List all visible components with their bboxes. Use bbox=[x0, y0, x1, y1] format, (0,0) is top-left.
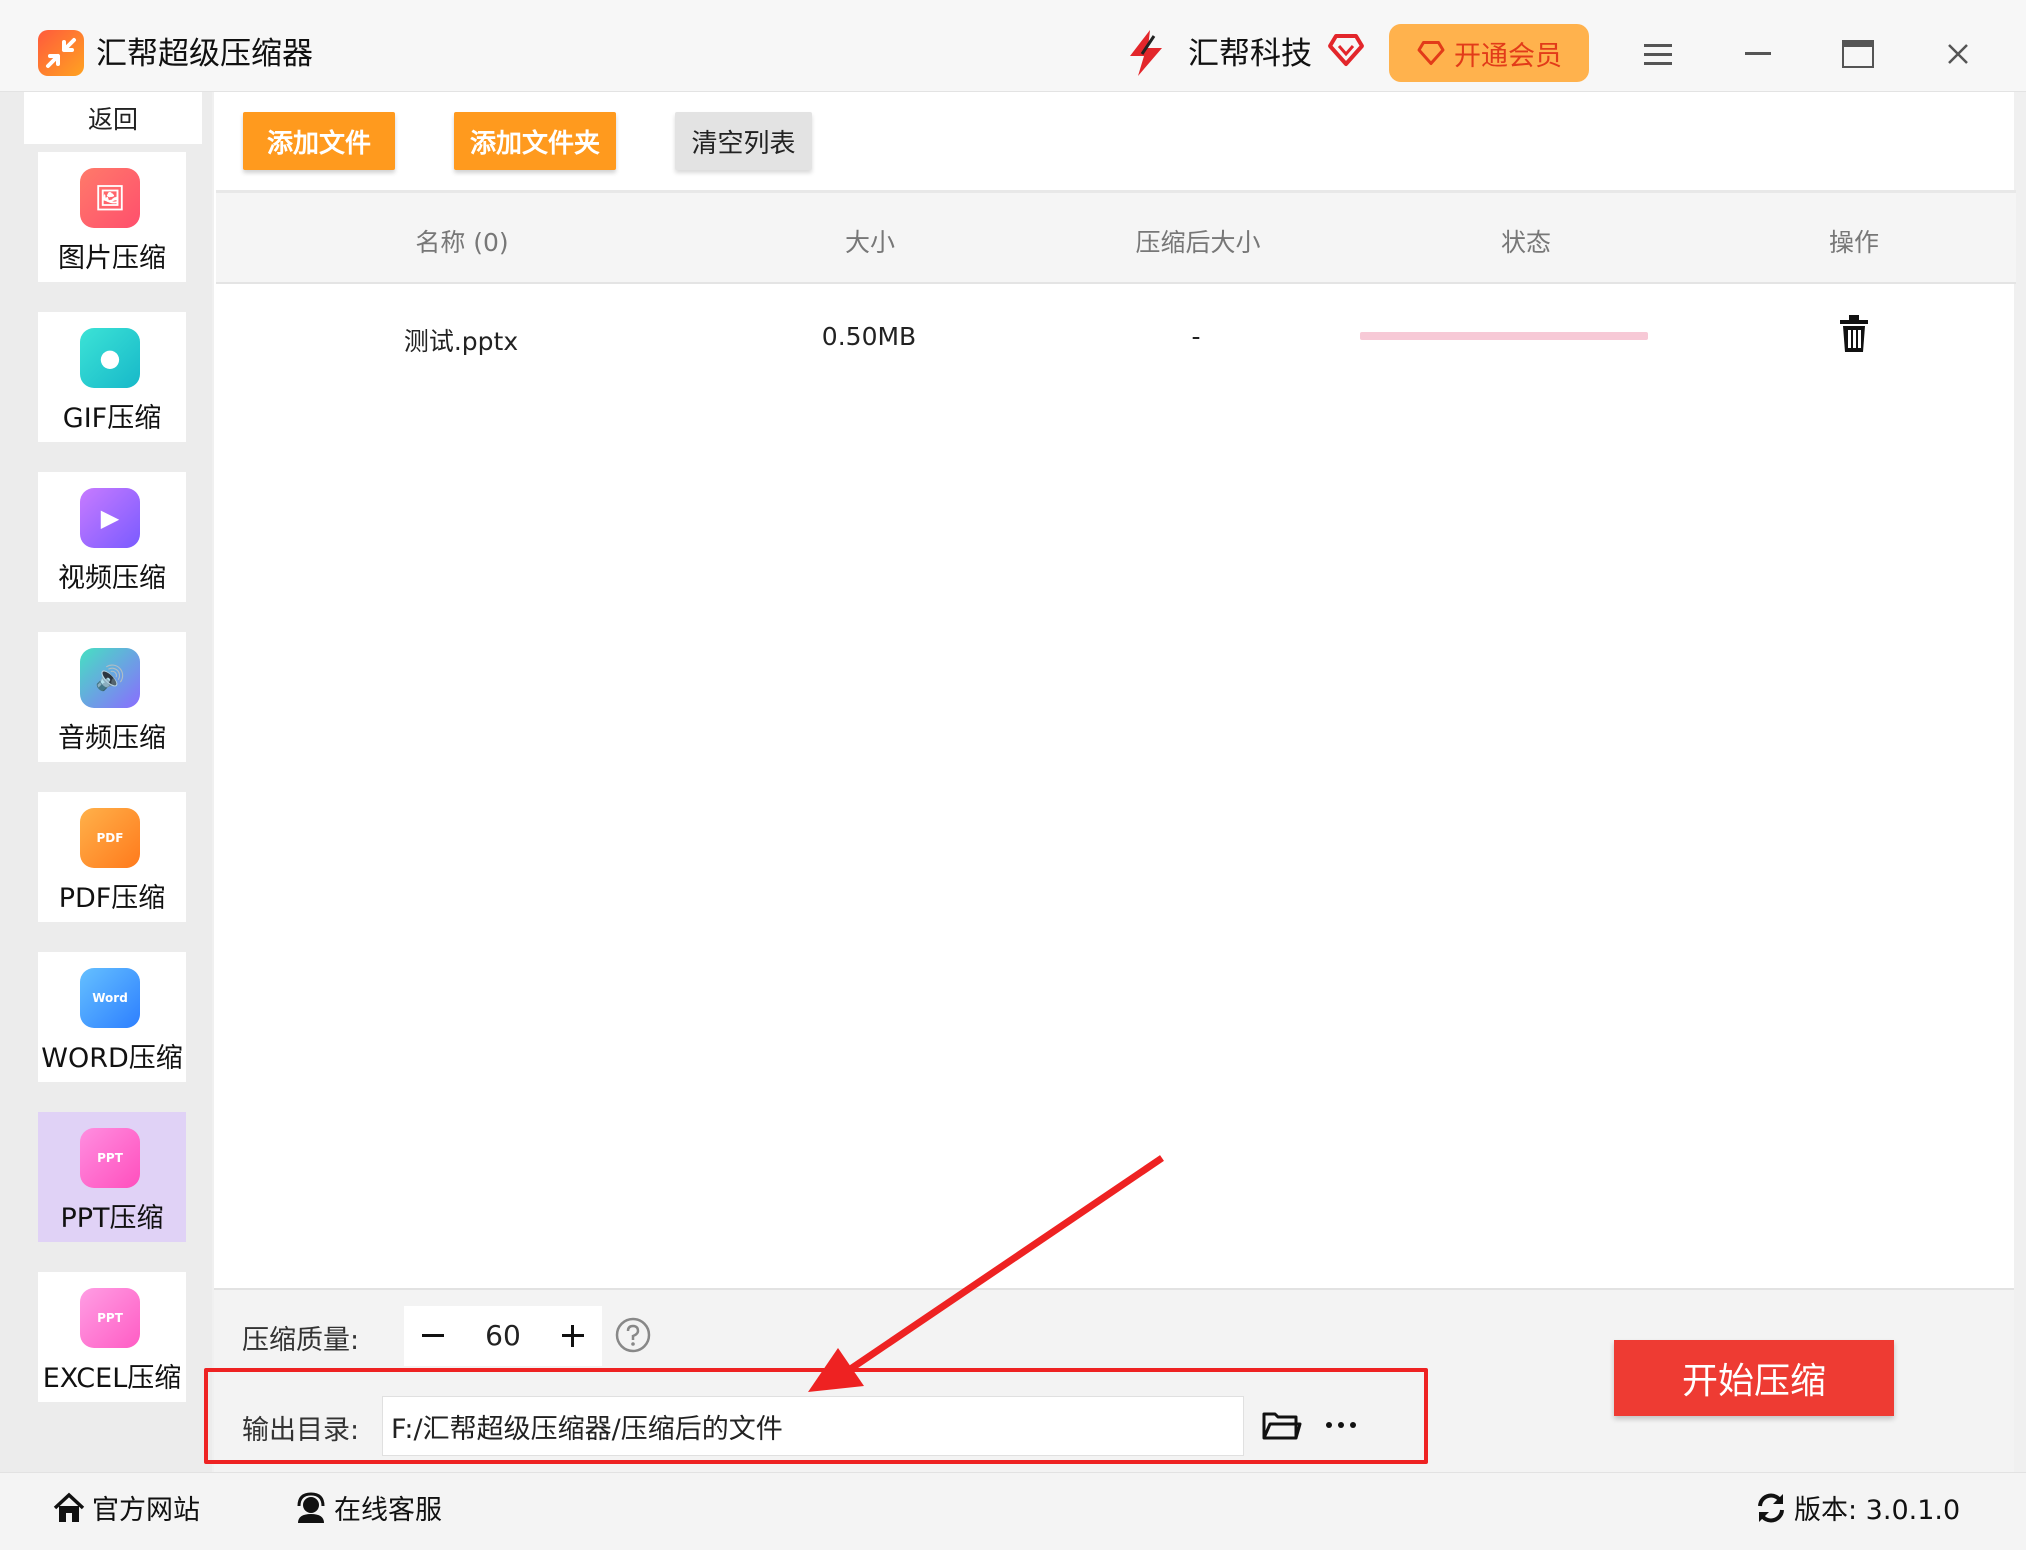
add-file-button[interactable]: 添加文件 bbox=[243, 112, 395, 170]
sidebar-item-label: 音频压缩 bbox=[58, 723, 166, 754]
video-glyph: ▶ bbox=[100, 504, 120, 532]
close-button[interactable] bbox=[1928, 26, 1988, 82]
app-title: 汇帮超级压缩器 bbox=[96, 36, 313, 72]
sidebar-item-video[interactable]: ▶ 视频压缩 bbox=[38, 472, 186, 602]
video-icon: ▶ bbox=[80, 488, 140, 548]
sidebar-item-label: PPT压缩 bbox=[60, 1203, 164, 1234]
more-options-icon[interactable] bbox=[1320, 1404, 1362, 1446]
version-info[interactable]: 版本: 3.0.1.0 bbox=[1754, 1488, 1960, 1527]
ppt-glyph: PPT bbox=[97, 1151, 123, 1165]
sidebar-item-label: WORD压缩 bbox=[41, 1043, 183, 1074]
column-header-status[interactable]: 状态 bbox=[1501, 223, 1551, 259]
word-icon: Word bbox=[80, 968, 140, 1028]
quality-stepper: 60 bbox=[404, 1306, 602, 1366]
file-name-cell: 测试.pptx bbox=[403, 327, 519, 356]
sidebar-item-label: EXCEL压缩 bbox=[42, 1363, 182, 1394]
clear-list-button[interactable]: 清空列表 bbox=[675, 112, 812, 170]
sidebar-item-pdf[interactable]: PDF PDF压缩 bbox=[38, 792, 186, 922]
sidebar-item-excel[interactable]: PPT EXCEL压缩 bbox=[38, 1272, 186, 1402]
word-glyph: Word bbox=[92, 991, 128, 1005]
start-compress-button[interactable]: 开始压缩 bbox=[1614, 1340, 1894, 1416]
vip-label: 开通会员 bbox=[1454, 40, 1562, 72]
official-website-link[interactable]: 官方网站 bbox=[52, 1488, 200, 1527]
refresh-icon bbox=[1758, 1493, 1784, 1522]
plus-icon bbox=[562, 1325, 584, 1347]
audio-icon: 🔊 bbox=[80, 648, 140, 708]
online-support-link[interactable]: 在线客服 bbox=[294, 1488, 442, 1527]
column-header-size[interactable]: 大小 bbox=[845, 223, 895, 259]
sidebar-item-label: GIF压缩 bbox=[62, 403, 162, 434]
sidebar-item-audio[interactable]: 🔊 音频压缩 bbox=[38, 632, 186, 762]
image-icon: 🖼 bbox=[80, 168, 140, 228]
compressed-size-cell: - bbox=[1191, 322, 1201, 351]
sidebar-item-ppt[interactable]: PPT PPT压缩 bbox=[38, 1112, 186, 1242]
help-icon[interactable] bbox=[614, 1316, 652, 1354]
vip-heart-icon bbox=[1417, 41, 1445, 65]
sidebar-item-word[interactable]: Word WORD压缩 bbox=[38, 952, 186, 1082]
sidebar-item-label: 图片压缩 bbox=[58, 243, 166, 274]
minimize-button[interactable] bbox=[1728, 26, 1788, 82]
app-logo-icon bbox=[38, 30, 84, 76]
quality-label: 压缩质量: bbox=[242, 1325, 360, 1356]
column-header-name[interactable]: 名称 (0) bbox=[415, 223, 508, 259]
menu-button[interactable] bbox=[1628, 26, 1688, 82]
version-label: 版本: 3.0.1.0 bbox=[1794, 1495, 1961, 1526]
maximize-button[interactable] bbox=[1828, 26, 1888, 82]
column-header-compressed-size[interactable]: 压缩后大小 bbox=[1135, 223, 1260, 259]
file-table-header: 名称 (0) 大小 压缩后大小 状态 操作 bbox=[216, 190, 2016, 284]
status-progress-bar bbox=[1360, 332, 1648, 340]
annotation-arrow-icon bbox=[808, 1155, 1164, 1392]
quality-value[interactable]: 60 bbox=[462, 1306, 544, 1366]
sidebar-item-image[interactable]: 🖼 图片压缩 bbox=[38, 152, 186, 282]
trash-icon bbox=[1840, 315, 1868, 352]
gif-glyph: ● bbox=[99, 344, 121, 372]
close-icon bbox=[1948, 44, 1968, 64]
add-folder-button[interactable]: 添加文件夹 bbox=[454, 112, 616, 170]
home-icon bbox=[53, 1492, 85, 1522]
sidebar-item-label: PDF压缩 bbox=[58, 883, 166, 914]
menu-icon bbox=[1644, 44, 1672, 65]
quality-decrease-button[interactable] bbox=[404, 1306, 462, 1366]
output-directory-label: 输出目录: bbox=[242, 1415, 360, 1446]
column-header-action[interactable]: 操作 bbox=[1829, 223, 1879, 259]
excel-icon: PPT bbox=[80, 1288, 140, 1348]
headset-icon bbox=[297, 1491, 325, 1523]
pdf-icon: PDF bbox=[80, 808, 140, 868]
brand-logo-icon bbox=[1120, 26, 1174, 80]
gif-icon: ● bbox=[80, 328, 140, 388]
image-glyph: 🖼 bbox=[94, 184, 126, 212]
quality-increase-button[interactable] bbox=[544, 1306, 602, 1366]
audio-glyph: 🔊 bbox=[95, 664, 125, 692]
ppt-icon: PPT bbox=[80, 1128, 140, 1188]
sidebar bbox=[0, 92, 212, 1472]
maximize-icon bbox=[1842, 40, 1874, 68]
official-website-label: 官方网站 bbox=[92, 1495, 200, 1526]
open-folder-icon[interactable] bbox=[1260, 1404, 1302, 1446]
minimize-icon bbox=[1745, 52, 1771, 55]
excel-glyph: PPT bbox=[97, 1311, 123, 1325]
sidebar-item-label: 视频压缩 bbox=[58, 563, 166, 594]
vip-button[interactable]: 开通会员 bbox=[1389, 24, 1589, 82]
sidebar-item-gif[interactable]: ● GIF压缩 bbox=[38, 312, 186, 442]
online-support-label: 在线客服 bbox=[334, 1495, 442, 1526]
pdf-glyph: PDF bbox=[96, 831, 124, 845]
minus-icon bbox=[422, 1334, 444, 1337]
output-directory-input[interactable]: F:/汇帮超级压缩器/压缩后的文件 bbox=[382, 1396, 1244, 1456]
file-size-cell: 0.50MB bbox=[821, 322, 917, 351]
delete-button[interactable] bbox=[1836, 314, 1872, 354]
brand-name: 汇帮科技 bbox=[1188, 36, 1312, 72]
diamond-heart-icon bbox=[1326, 30, 1366, 70]
back-button[interactable]: 返回 bbox=[24, 92, 202, 144]
